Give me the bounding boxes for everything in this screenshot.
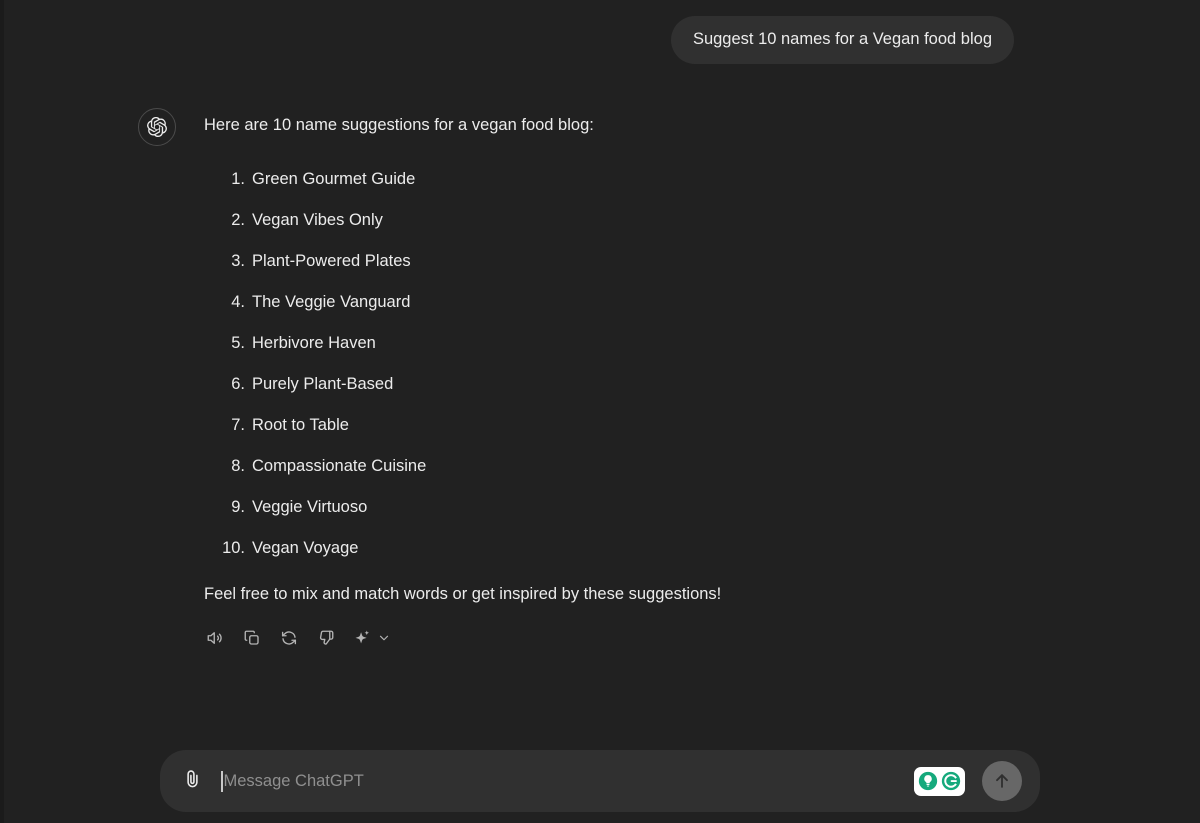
text-caret (221, 770, 223, 792)
paperclip-icon (182, 768, 203, 794)
sparkles-icon (353, 628, 372, 647)
list-item-number: 10. (222, 539, 245, 557)
list-item: 10. Vegan Voyage (204, 536, 1038, 560)
name-suggestions-list: 1. Green Gourmet Guide 2. Vegan Vibes On… (204, 167, 1038, 560)
refresh-icon (280, 629, 298, 647)
list-item-label: Vegan Voyage (252, 539, 359, 557)
user-message-row: Suggest 10 names for a Vegan food blog (0, 16, 1200, 64)
message-input-placeholder: Message ChatGPT (223, 772, 364, 790)
assistant-message: Here are 10 name suggestions for a vegan… (138, 108, 1038, 652)
list-item-number: 2. (231, 211, 245, 229)
message-composer[interactable]: Message ChatGPT (160, 750, 1040, 812)
list-item-label: Purely Plant-Based (252, 375, 394, 393)
read-aloud-button[interactable] (200, 623, 229, 652)
list-item-number: 9. (231, 498, 245, 516)
grammarly-badge[interactable] (914, 766, 965, 796)
list-item: 6. Purely Plant-Based (204, 372, 1038, 396)
list-item: 4. The Veggie Vanguard (204, 290, 1038, 314)
sparkles-icon-wrap[interactable] (348, 623, 377, 652)
copy-button[interactable] (237, 623, 266, 652)
list-item: 3. Plant-Powered Plates (204, 249, 1038, 273)
list-item-label: Root to Table (252, 416, 349, 434)
dislike-button[interactable] (311, 623, 340, 652)
list-item-label: Green Gourmet Guide (252, 170, 416, 188)
list-item-number: 6. (231, 375, 245, 393)
chat-scroll-area[interactable]: Suggest 10 names for a Vegan food blog H… (0, 0, 1200, 745)
grammarly-g-icon (940, 770, 962, 792)
list-item-number: 4. (231, 293, 245, 311)
list-item-number: 8. (231, 457, 245, 475)
arrow-up-icon (992, 771, 1012, 791)
list-item: 2. Vegan Vibes Only (204, 208, 1038, 232)
message-input[interactable]: Message ChatGPT (210, 750, 914, 812)
chatgpt-app: Suggest 10 names for a Vegan food blog H… (0, 0, 1200, 823)
list-item-label: Plant-Powered Plates (252, 252, 411, 270)
user-message-bubble[interactable]: Suggest 10 names for a Vegan food blog (670, 16, 1014, 64)
assistant-intro-text: Here are 10 name suggestions for a vegan… (204, 116, 594, 134)
list-item-label: Herbivore Haven (252, 334, 376, 352)
list-item-label: Vegan Vibes Only (252, 211, 383, 229)
lightbulb-icon (917, 770, 939, 792)
list-item: 1. Green Gourmet Guide (204, 167, 1038, 191)
chevron-down-icon (376, 630, 392, 646)
send-button[interactable] (982, 761, 1022, 801)
list-item-number: 1. (231, 170, 245, 188)
model-switch-button[interactable] (348, 623, 392, 652)
list-item: 8. Compassionate Cuisine (204, 454, 1038, 478)
list-item-label: The Veggie Vanguard (252, 293, 411, 311)
thumbs-down-icon (317, 629, 335, 647)
list-item: 5. Herbivore Haven (204, 331, 1038, 355)
list-item-label: Compassionate Cuisine (252, 457, 427, 475)
list-item-number: 5. (231, 334, 245, 352)
assistant-outro-text: Feel free to mix and match words or get … (204, 585, 722, 603)
message-action-bar (200, 623, 1038, 652)
regenerate-button[interactable] (274, 623, 303, 652)
attach-file-button[interactable] (174, 763, 210, 799)
copy-icon (243, 629, 261, 647)
list-item-number: 7. (231, 416, 245, 434)
speaker-icon (206, 629, 224, 647)
list-item-number: 3. (231, 252, 245, 270)
openai-logo-icon (138, 108, 176, 146)
list-item: 9. Veggie Virtuoso (204, 495, 1038, 519)
list-item: 7. Root to Table (204, 413, 1038, 437)
composer-container: Message ChatGPT (0, 750, 1200, 812)
list-item-label: Veggie Virtuoso (252, 498, 368, 516)
assistant-body: Here are 10 name suggestions for a vegan… (204, 108, 1038, 652)
